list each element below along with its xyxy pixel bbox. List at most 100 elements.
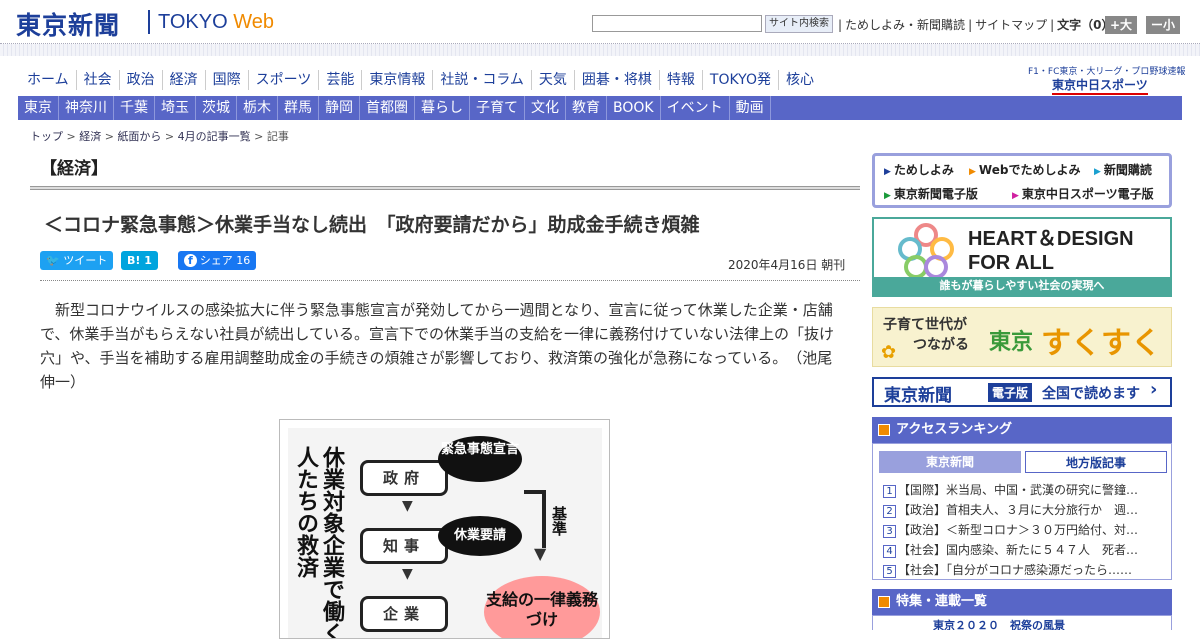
nav-politics[interactable]: 政治	[118, 70, 162, 90]
triangle-right-icon: ▶	[1012, 191, 1019, 201]
ranking-text: 【政治】＜新型コロナ＞３０万円給付、対…	[898, 523, 1139, 537]
tweet-button[interactable]: 🐦 ツイート	[40, 251, 114, 270]
tokyo-shimbun-logo[interactable]: 東京新聞	[16, 6, 120, 42]
sitemap-link[interactable]: サイトマップ	[972, 18, 1050, 32]
sk-logo-sukusuku: すくすく	[1041, 326, 1161, 361]
nav-sports[interactable]: スポーツ	[247, 70, 319, 90]
rank-number: 2	[883, 505, 896, 518]
ranking-item[interactable]: 1 【国際】米当局、中国・武漢の研究に警鐘…	[883, 481, 1159, 498]
tweet-label: ツイート	[63, 254, 108, 267]
link-web-tameshiyomi[interactable]: ▶ Webでためしよみ	[969, 161, 1080, 178]
section-title: 【経済】	[40, 159, 108, 179]
sk-logo-tokyo: 東京	[989, 330, 1034, 355]
subnav-kanagawa[interactable]: 神奈川	[59, 96, 114, 120]
subnav-chiba[interactable]: 千葉	[114, 96, 155, 120]
nav-editorial[interactable]: 社説・コラム	[432, 70, 531, 90]
nav-kakushin[interactable]: 核心	[777, 70, 821, 90]
ranking-item[interactable]: 4 【社会】国内感染、新たに５４７人 死者…	[883, 541, 1159, 558]
flow-box-company: 企業	[360, 596, 448, 632]
facebook-share-button[interactable]: f シェア 16	[178, 251, 257, 270]
nav-home[interactable]: ホーム	[20, 70, 76, 90]
font-larger-button[interactable]: +大	[1105, 16, 1138, 34]
hd-line1: HEART＆DESIGN	[968, 228, 1134, 250]
subnav-ibaraki[interactable]: 茨城	[196, 96, 237, 120]
subnav-event[interactable]: イベント	[661, 96, 730, 120]
nav-tokyo-hatsu[interactable]: TOKYO発	[701, 70, 778, 90]
digital-edition-banner[interactable]: 東京新聞 電子版 全国で読めます ›	[872, 377, 1172, 407]
sukusuku-banner[interactable]: 子育て世代が つながる ✿ 東京 すくすく	[872, 307, 1172, 367]
subnav-kurashi[interactable]: 暮らし	[415, 96, 470, 120]
subnav-kosodate[interactable]: 子育て	[470, 96, 525, 120]
rank-number: 5	[883, 565, 896, 578]
subnav-book[interactable]: BOOK	[607, 96, 661, 120]
link-digital-edition[interactable]: ▶ 東京新聞電子版	[884, 185, 978, 202]
site-search-button[interactable]: サイト内検索	[765, 15, 833, 33]
subnav-shutoken[interactable]: 首都圏	[360, 96, 415, 120]
arrow-label: 基準	[550, 506, 568, 536]
ranking-text: 【政治】首相夫人、３月に大分旅行か 週…	[898, 503, 1139, 517]
heart-design-title: HEART＆DESIGN FOR ALL	[968, 227, 1134, 275]
nav-go-shogi[interactable]: 囲碁・将棋	[573, 70, 659, 90]
speech-bubble-request: 休業要請	[438, 516, 522, 556]
article-figure[interactable]: 休業対象企業で働く人たちの救済 政府 知事 企業 ▼ ▼ 緊急事態宣言 休業要請…	[279, 419, 610, 639]
subnav-video[interactable]: 動画	[730, 96, 771, 120]
nav-economy[interactable]: 経済	[161, 70, 205, 90]
facebook-icon: f	[184, 254, 197, 267]
subnav-culture[interactable]: 文化	[525, 96, 566, 120]
link-label: Webでためしよみ	[978, 163, 1081, 177]
nav-tokyo-info[interactable]: 東京情報	[361, 70, 432, 90]
flower-icon: ✿	[881, 342, 897, 363]
subnav-saitama[interactable]: 埼玉	[155, 96, 196, 120]
crumb-sep: >	[63, 130, 80, 143]
font-smaller-button[interactable]: ー小	[1146, 16, 1181, 34]
hatena-bookmark-button[interactable]: B! 1	[121, 251, 158, 270]
ranking-item[interactable]: 3 【政治】＜新型コロナ＞３０万円給付、対…	[883, 521, 1159, 538]
ranking-title: アクセスランキング	[896, 422, 1012, 437]
search-input[interactable]	[592, 15, 762, 32]
rank-number: 4	[883, 545, 896, 558]
ranking-item[interactable]: 2 【政治】首相夫人、３月に大分旅行か 週…	[883, 501, 1159, 518]
trial-subscribe-link[interactable]: ためしよみ・新聞購読	[842, 18, 968, 32]
tab-tokyo-shimbun[interactable]: 東京新聞	[879, 451, 1021, 473]
nav-international[interactable]: 国際	[204, 70, 248, 90]
ranking-item[interactable]: 5 【社会】「自分がコロナ感染源だったら……	[883, 561, 1159, 578]
tab-regional[interactable]: 地方版記事	[1025, 451, 1167, 473]
crumb-top[interactable]: トップ	[30, 130, 63, 143]
features-header: 特集・連載一覧	[872, 589, 1172, 615]
crumb-april-list[interactable]: 4月の記事一覧	[178, 130, 251, 143]
crumb-article: 記事	[266, 130, 289, 143]
subscription-links-box: ▶ ためしよみ ▶ Webでためしよみ ▶ 新聞購読 ▶ 東京新聞電子版 ▶ 東京中日スポ…	[872, 153, 1172, 208]
sk-text2: つながる	[913, 337, 969, 353]
triangle-right-icon: ▶	[884, 167, 891, 177]
tokyo-web-logo[interactable]: TOKYO Web	[158, 11, 274, 34]
link-subscribe[interactable]: ▶ 新聞購読	[1094, 161, 1152, 178]
crumb-sep: >	[161, 130, 178, 143]
feature-item[interactable]: 東京２０２０ 祝祭の風景	[872, 615, 1172, 630]
link-chunichi-digital[interactable]: ▶ 東京中日スポーツ電子版	[1012, 185, 1154, 202]
crumb-economy[interactable]: 経済	[79, 130, 101, 143]
flow-box-government: 政府	[360, 460, 448, 496]
triangle-right-icon: ▶	[969, 167, 976, 177]
rank-number: 1	[883, 485, 896, 498]
flow-box-governor: 知事	[360, 528, 448, 564]
link-label: ためしよみ	[893, 163, 954, 177]
logo-tokyo: TOKYO	[158, 11, 234, 33]
subnav-tochigi[interactable]: 栃木	[237, 96, 278, 120]
nav-weather[interactable]: 天気	[530, 70, 574, 90]
nav-entertainment[interactable]: 芸能	[318, 70, 361, 90]
subnav-shizuoka[interactable]: 静岡	[319, 96, 360, 120]
nav-society[interactable]: 社会	[75, 70, 119, 90]
subnav-gunma[interactable]: 群馬	[278, 96, 319, 120]
square-bullet-icon	[878, 424, 890, 436]
ranking-text: 【国際】米当局、中国・武漢の研究に警鐘…	[898, 483, 1139, 497]
subnav-tokyo[interactable]: 東京	[18, 96, 59, 120]
subnav-education[interactable]: 教育	[566, 96, 607, 120]
crumb-paper[interactable]: 紙面から	[117, 130, 161, 143]
region-nav: 東京 神奈川 千葉 埼玉 茨城 栃木 群馬 静岡 首都圏 暮らし 子育て 文化 教育 BOOK イベント 動画	[18, 96, 1182, 120]
nav-tokuho[interactable]: 特報	[658, 70, 702, 90]
crumb-sep: >	[101, 130, 118, 143]
chunichi-sports-logo[interactable]: 東京中日スポーツ	[1052, 76, 1148, 95]
heart-design-banner[interactable]: HEART＆DESIGN FOR ALL 誰もが暮らしやすい社会の実現へ	[872, 217, 1172, 297]
link-tameshiyomi[interactable]: ▶ ためしよみ	[884, 161, 954, 178]
logo-divider	[148, 10, 150, 34]
